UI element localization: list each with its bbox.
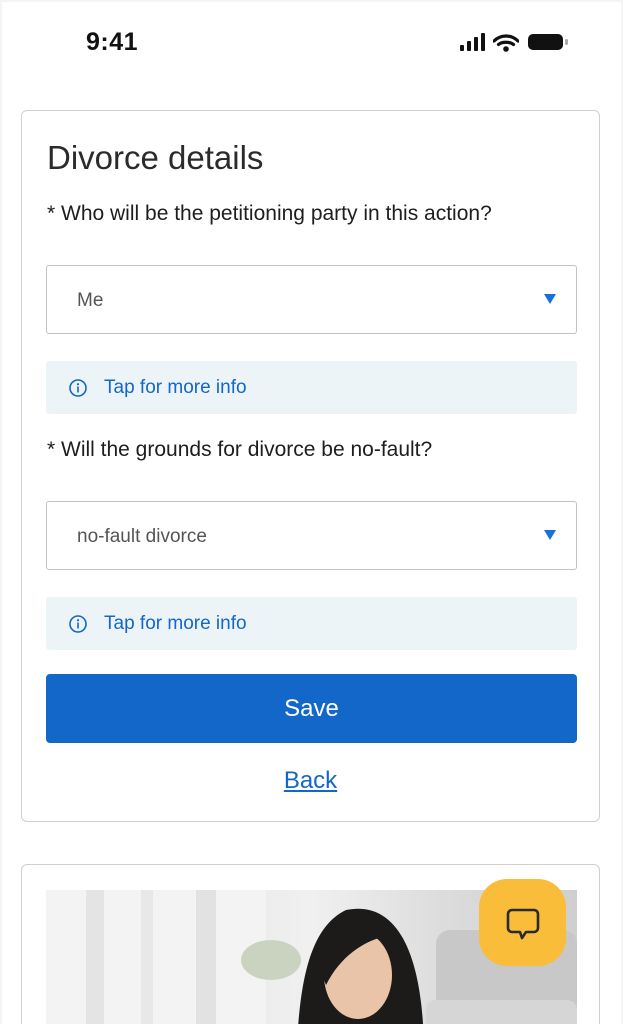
info-link-label: Tap for more info bbox=[104, 377, 247, 398]
more-info-no-fault[interactable]: Tap for more info bbox=[46, 597, 577, 650]
divorce-details-card: Divorce details * Who will be the petiti… bbox=[21, 110, 600, 822]
wifi-icon bbox=[493, 34, 519, 52]
chat-bubble-icon bbox=[506, 908, 539, 939]
battery-icon bbox=[528, 34, 568, 50]
status-time: 9:41 bbox=[86, 28, 139, 56]
caret-down-icon bbox=[544, 294, 556, 304]
caret-down-icon bbox=[544, 530, 556, 540]
page-title: Divorce details bbox=[47, 139, 264, 176]
select-value: Me bbox=[77, 290, 104, 311]
chat-button[interactable] bbox=[479, 879, 566, 966]
more-info-petitioning-party[interactable]: Tap for more info bbox=[46, 361, 577, 414]
info-icon bbox=[69, 379, 87, 397]
status-bar: 9:41 bbox=[2, 2, 621, 92]
question-no-fault: * Will the grounds for divorce be no-fau… bbox=[47, 438, 433, 461]
screen: 9:41 Divorce details * Who will be the p… bbox=[2, 2, 621, 1024]
select-value: no-fault divorce bbox=[77, 526, 207, 547]
question-petitioning-party: * Who will be the petitioning party in t… bbox=[47, 202, 492, 225]
info-icon bbox=[69, 615, 87, 633]
no-fault-select[interactable]: no-fault divorce bbox=[46, 501, 577, 570]
signal-icon bbox=[460, 33, 485, 51]
save-button[interactable]: Save bbox=[46, 674, 577, 743]
petitioning-party-select[interactable]: Me bbox=[46, 265, 577, 334]
info-link-label: Tap for more info bbox=[104, 613, 247, 634]
status-icons bbox=[460, 32, 569, 52]
back-link[interactable]: Back bbox=[22, 767, 599, 795]
